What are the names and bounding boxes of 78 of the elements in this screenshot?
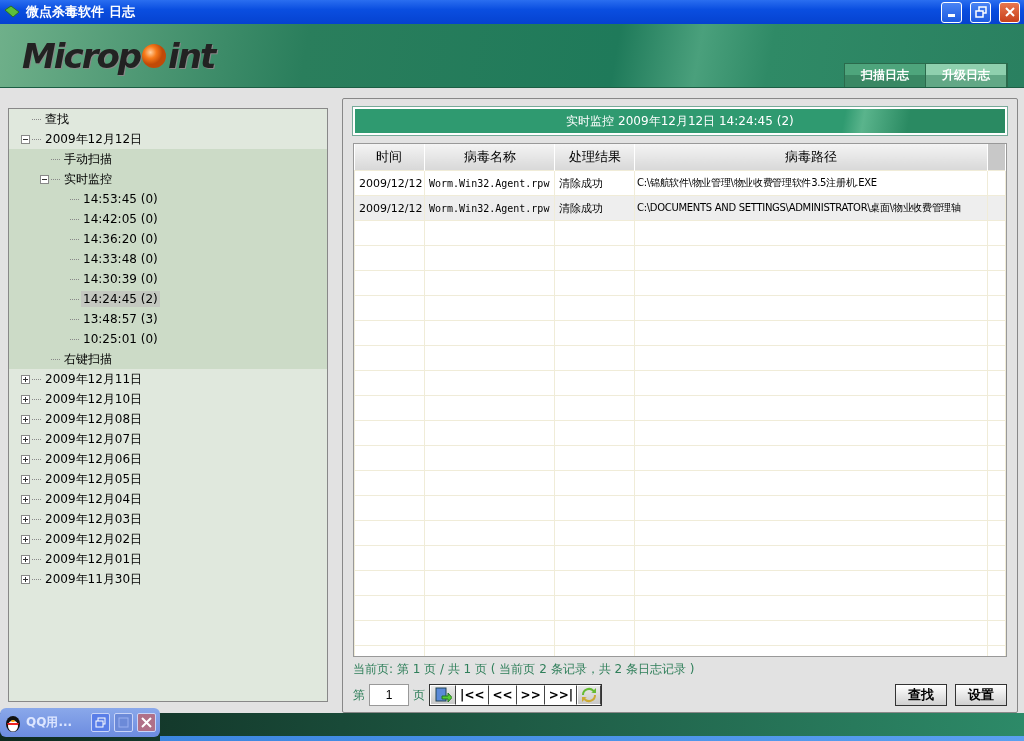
- tree-item[interactable]: 13:48:57 (3): [81, 311, 160, 327]
- table-cell: C:\DOCUMENTS AND SETTINGS\ADMINISTRATOR\桌面\物业收费管理轴: [634, 195, 988, 221]
- maximize-icon: [118, 717, 129, 728]
- tree-item[interactable]: 14:36:20 (0): [81, 231, 160, 247]
- collapse-icon[interactable]: [21, 134, 30, 144]
- restore-icon: [95, 717, 106, 728]
- expand-icon[interactable]: [21, 454, 30, 464]
- refresh-button[interactable]: [577, 685, 602, 705]
- collapse-icon[interactable]: [40, 174, 49, 184]
- expand-icon[interactable]: [21, 374, 30, 384]
- tree-item[interactable]: 14:30:39 (0): [81, 271, 160, 287]
- panel-title: 实时监控 2009年12月12日 14:24:45 (2): [353, 107, 1007, 135]
- document-arrow-icon: [434, 687, 452, 703]
- minimize-icon: [948, 14, 955, 17]
- logo: Microp int: [22, 35, 215, 76]
- tree-item[interactable]: 手动扫描: [62, 149, 114, 169]
- page-number-field[interactable]: 1: [369, 684, 409, 706]
- page-nav-button[interactable]: <<: [488, 685, 517, 705]
- refresh-icon: [581, 687, 598, 703]
- tree-item[interactable]: 10:25:01 (0): [81, 331, 160, 347]
- table-cell: C:\锦航软件\物业管理\物业收费管理软件3.5注册机.EXE: [634, 170, 988, 196]
- page-label: 页: [413, 686, 425, 704]
- window-title: 微点杀毒软件 日志: [26, 3, 136, 21]
- export-button[interactable]: [430, 685, 456, 705]
- expand-icon[interactable]: [21, 434, 30, 444]
- tree-item[interactable]: 14:42:05 (0): [81, 211, 160, 227]
- expand-icon[interactable]: [21, 474, 30, 484]
- expand-icon[interactable]: [21, 554, 30, 564]
- tree-item[interactable]: 2009年12月04日: [43, 489, 145, 509]
- column-header[interactable]: 病毒路径: [634, 144, 988, 171]
- expand-icon[interactable]: [21, 394, 30, 404]
- page-nav-button[interactable]: |<<: [456, 685, 489, 705]
- close-icon: [1003, 6, 1016, 18]
- expand-icon[interactable]: [21, 494, 30, 504]
- window-title: QQ用...: [26, 714, 74, 731]
- tree-item[interactable]: 2009年12月02日: [43, 529, 145, 549]
- column-header[interactable]: 病毒名称: [424, 144, 555, 171]
- column-header[interactable]: 处理结果: [554, 144, 635, 171]
- tree-item[interactable]: 2009年12月06日: [43, 449, 145, 469]
- table-cell: 清除成功: [554, 170, 635, 196]
- page-label: 第: [353, 686, 365, 704]
- tree-item[interactable]: 右键扫描: [62, 349, 114, 369]
- close-button[interactable]: [137, 713, 156, 732]
- expand-icon[interactable]: [21, 414, 30, 424]
- table-cell: 2009/12/12: [354, 170, 425, 196]
- tree-item[interactable]: 查找: [43, 109, 71, 129]
- column-header[interactable]: 时间: [354, 144, 425, 171]
- tree-item[interactable]: 2009年11月30日: [43, 569, 145, 589]
- tree-item[interactable]: 2009年12月10日: [43, 389, 145, 409]
- action-button[interactable]: 查找: [895, 684, 947, 706]
- expand-icon[interactable]: [21, 574, 30, 584]
- restore-icon: [974, 6, 987, 18]
- tree-item[interactable]: 2009年12月11日: [43, 369, 145, 389]
- close-icon: [141, 717, 152, 728]
- tree-item[interactable]: 14:33:48 (0): [81, 251, 160, 267]
- tree-item[interactable]: 2009年12月07日: [43, 429, 145, 449]
- page-nav-button[interactable]: >>: [516, 685, 545, 705]
- tree-item[interactable]: 实时监控: [62, 169, 114, 189]
- restore-button[interactable]: [91, 713, 110, 732]
- page-info: 当前页: 第 1 页 / 共 1 页 ( 当前页 2 条记录，共 2 条日志记录 ): [353, 661, 696, 678]
- table-cell: 2009/12/12: [354, 195, 425, 221]
- table-cell: 清除成功: [554, 195, 635, 221]
- app-icon: [4, 5, 20, 19]
- action-button[interactable]: 设置: [955, 684, 1007, 706]
- tree-item[interactable]: 2009年12月01日: [43, 549, 145, 569]
- tree-item[interactable]: 2009年12月08日: [43, 409, 145, 429]
- page-nav-button[interactable]: >>|: [544, 685, 578, 705]
- table-cell: Worm.Win32.Agent.rpw: [424, 170, 555, 196]
- tree-item[interactable]: 14:24:45 (2): [81, 291, 160, 307]
- table-cell: Worm.Win32.Agent.rpw: [424, 195, 555, 221]
- tree-item[interactable]: 2009年12月03日: [43, 509, 145, 529]
- tree-item[interactable]: 2009年12月05日: [43, 469, 145, 489]
- expand-icon[interactable]: [21, 514, 30, 524]
- tree-item[interactable]: 2009年12月12日: [43, 129, 145, 149]
- tree-item[interactable]: 14:53:45 (0): [81, 191, 160, 207]
- expand-icon[interactable]: [21, 534, 30, 544]
- tab[interactable]: 扫描日志: [845, 64, 926, 87]
- minimize-button[interactable]: [941, 1, 962, 23]
